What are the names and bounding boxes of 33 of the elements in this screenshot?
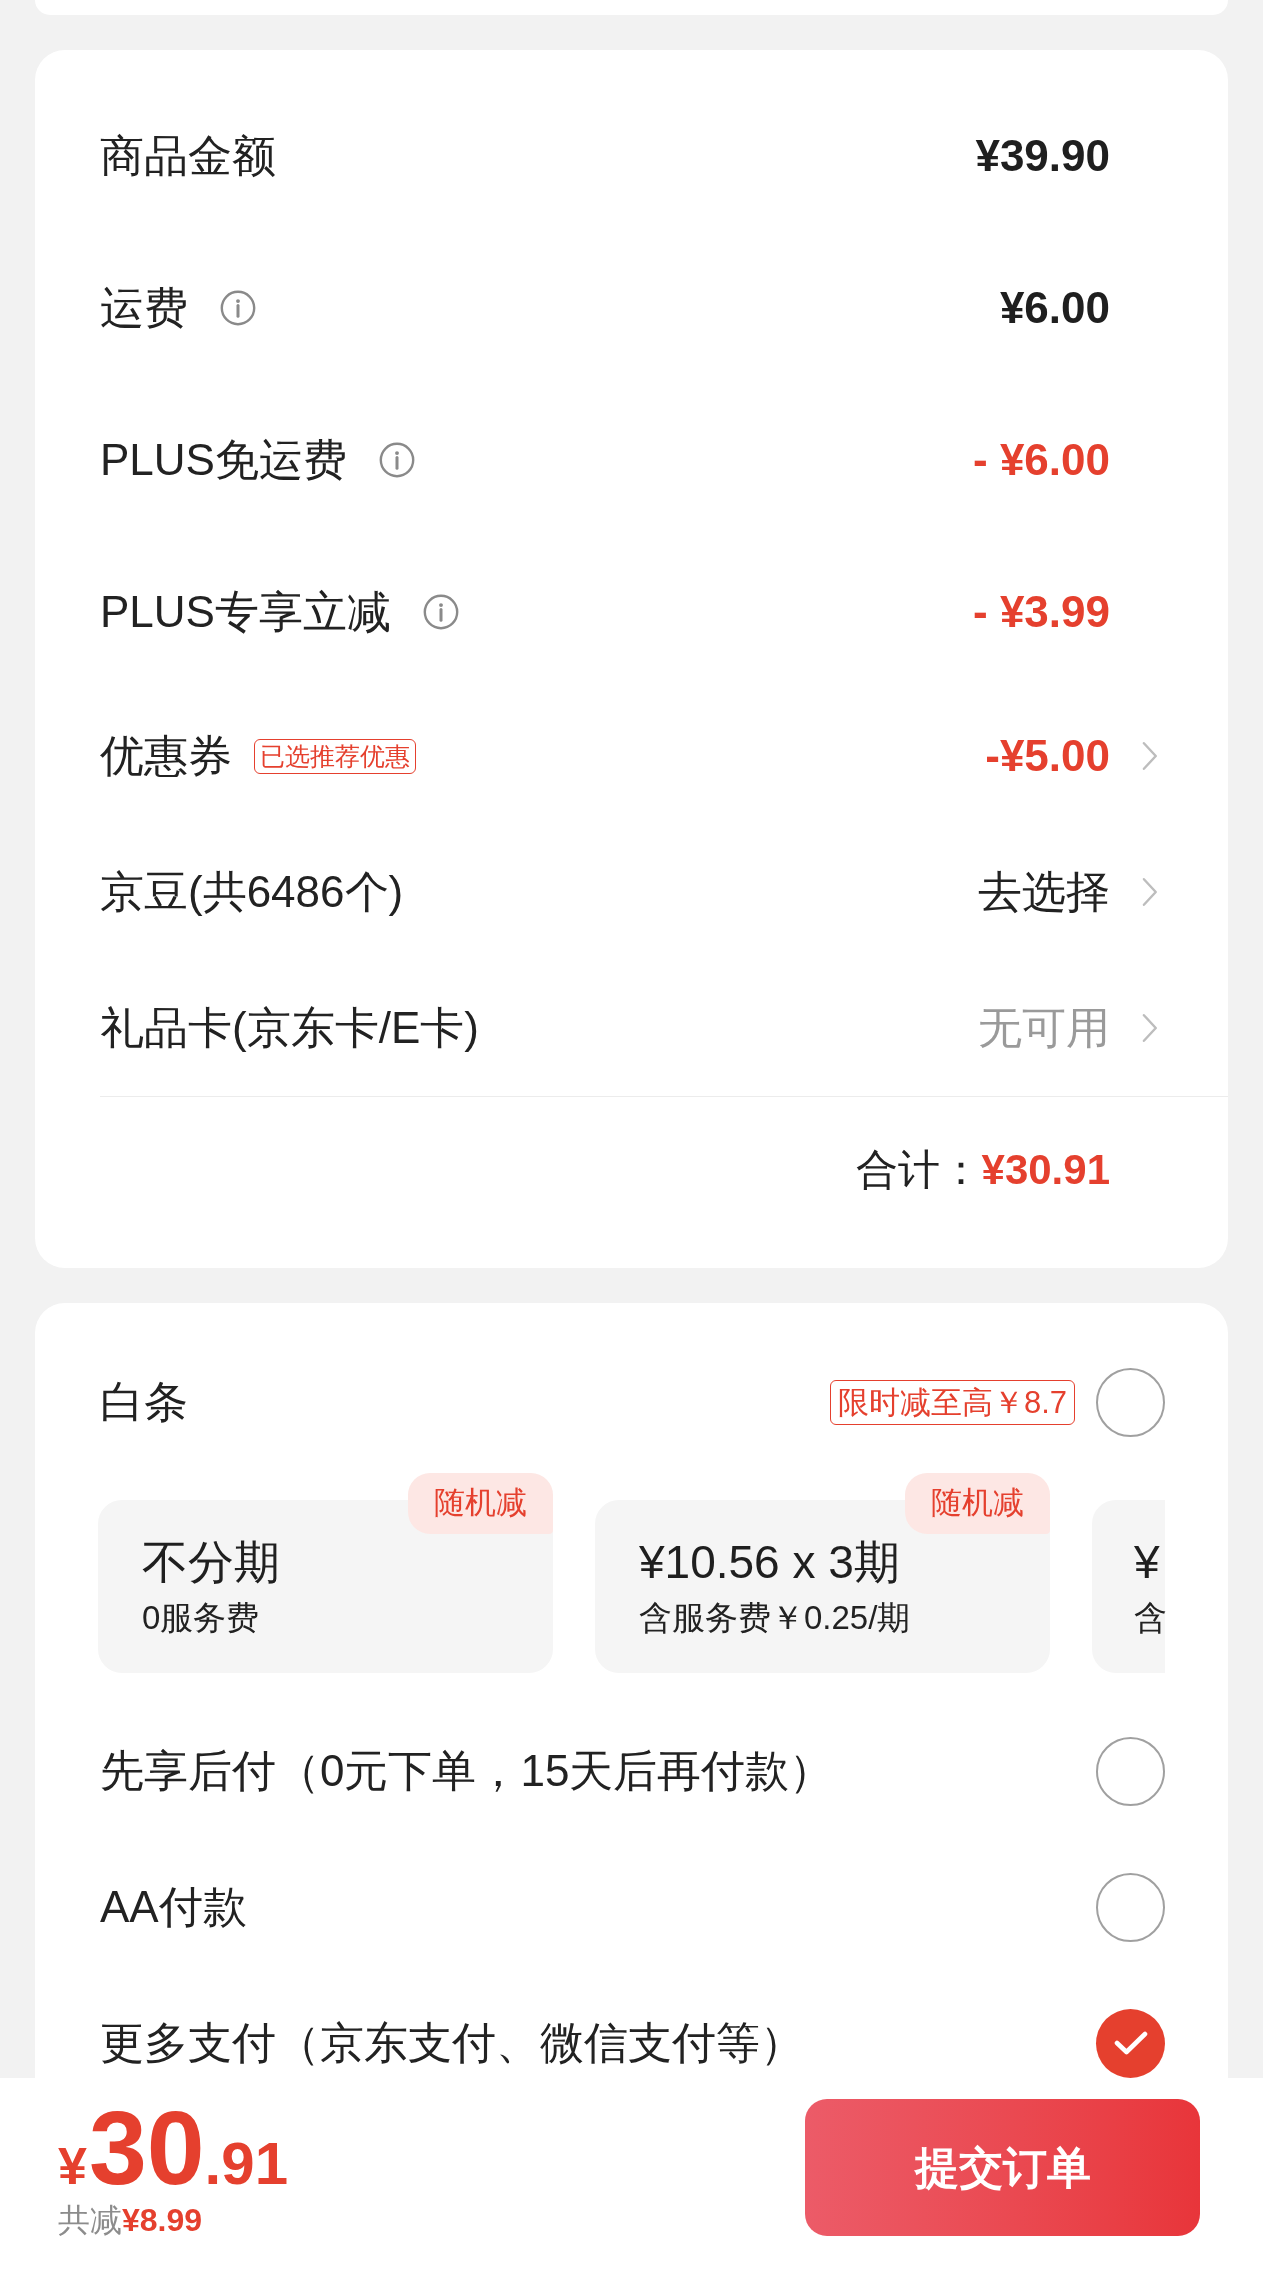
- discount-value: - ¥6.00: [973, 434, 1110, 486]
- line-item-label: 礼品卡(京东卡/E卡): [100, 1002, 479, 1054]
- price-value: ¥39.90: [975, 130, 1110, 182]
- info-icon[interactable]: [220, 290, 256, 326]
- line-item-label: 优惠券: [100, 730, 232, 782]
- line-item-label: 京豆(共6486个): [100, 866, 404, 918]
- total-amount: ¥30.91: [981, 1144, 1110, 1195]
- savings-label: 共减: [58, 2201, 122, 2240]
- checkmark-icon: [1113, 2030, 1148, 2056]
- line-item-label: PLUS专享立减: [100, 586, 391, 638]
- line-item-label: PLUS免运费: [100, 434, 347, 486]
- select-link[interactable]: 去选择: [978, 859, 1110, 925]
- price-value: ¥6.00: [999, 282, 1110, 334]
- line-item-label: 运费: [100, 282, 188, 334]
- payment-option-label: 先享后付（0元下单，15天后再付款）: [100, 1745, 834, 1797]
- promo-tag: 随机减: [905, 1473, 1050, 1534]
- savings-amount: ¥8.99: [122, 2201, 203, 2240]
- discount-value: - ¥3.99: [973, 586, 1110, 638]
- payment-option-label: 白条: [100, 1376, 188, 1428]
- line-item-label: 商品金额: [100, 130, 276, 182]
- payment-option-label: 更多支付（京东支付、微信支付等）: [100, 2017, 804, 2069]
- promo-badge: 限时减至高￥8.7: [829, 1379, 1075, 1425]
- total-label: 合计：: [855, 1144, 982, 1195]
- installment-option[interactable]: ¥ 含: [1092, 1500, 1165, 1673]
- payment-option-label: AA付款: [100, 1881, 247, 1933]
- info-icon[interactable]: [422, 594, 459, 630]
- submit-order-button[interactable]: 提交订单: [805, 2099, 1200, 2236]
- discount-value: -¥5.00: [985, 730, 1110, 782]
- status-text: 无可用: [978, 1002, 1110, 1054]
- total-price: ¥30.91: [58, 2096, 289, 2200]
- promo-tag: 随机减: [408, 1473, 553, 1534]
- info-icon[interactable]: [378, 442, 415, 478]
- promo-badge: 已选推荐优惠: [254, 738, 416, 774]
